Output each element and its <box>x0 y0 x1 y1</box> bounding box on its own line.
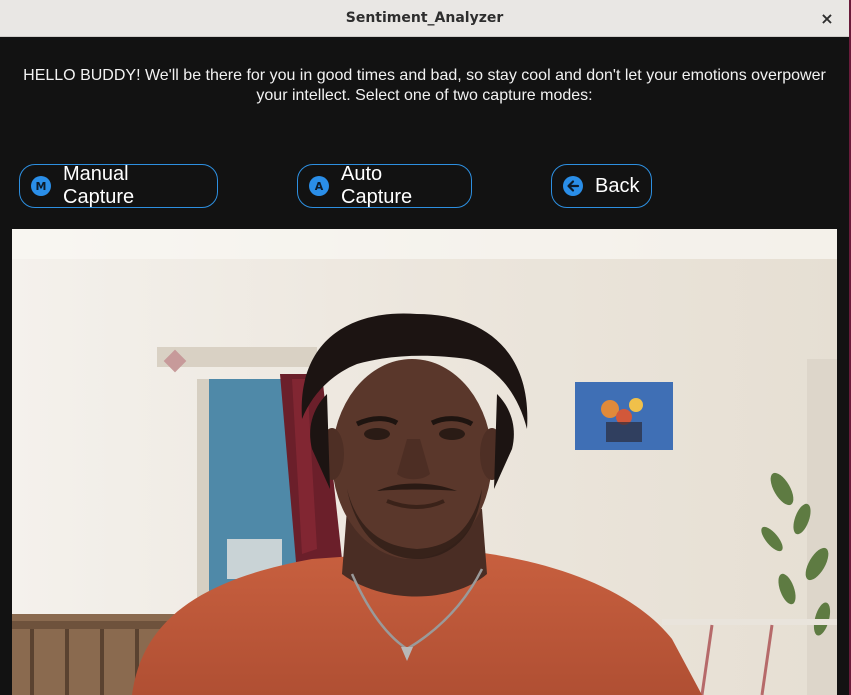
title-bar[interactable]: Sentiment_Analyzer × <box>0 0 849 37</box>
greeting-message: HELLO BUDDY! We'll be there for you in g… <box>23 67 826 104</box>
close-icon[interactable]: × <box>817 8 837 28</box>
back-label: Back <box>595 174 640 197</box>
auto-capture-label: Auto Capture <box>341 163 413 208</box>
manual-capture-label: Manual Capture <box>63 163 135 208</box>
auto-capture-button[interactable]: A Auto Capture <box>297 163 472 208</box>
camera-feed <box>12 229 837 695</box>
m-circle-icon: M <box>31 176 51 196</box>
window-title: Sentiment_Analyzer <box>345 10 504 26</box>
arrow-left-circle-icon <box>563 176 583 196</box>
app-window: Sentiment_Analyzer × HELLO BUDDY! We'll … <box>0 0 849 695</box>
manual-capture-button[interactable]: M Manual Capture <box>19 163 218 208</box>
a-circle-icon: A <box>309 176 329 196</box>
back-button[interactable]: Back <box>551 164 652 208</box>
